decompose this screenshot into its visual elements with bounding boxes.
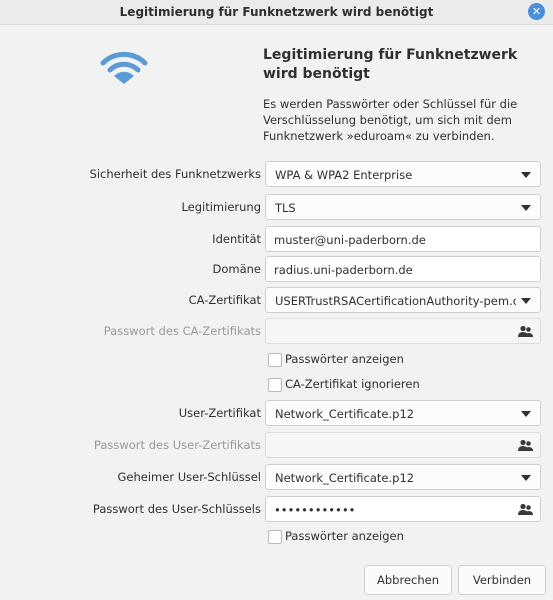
user-cert-dropdown[interactable]: Network_Certificate.p12 (265, 400, 541, 426)
user-cert-password-field[interactable] (265, 432, 541, 458)
private-key-password-field[interactable]: •••••••••••• (265, 496, 541, 522)
window-title: Legitimierung für Funknetzwerk wird benö… (119, 5, 434, 19)
ca-cert-dropdown[interactable]: USERTrustRSACertificationAuthority-pem.c… (265, 287, 541, 313)
wifi-icon (100, 52, 148, 84)
chevron-down-icon (521, 475, 531, 481)
close-button[interactable]: ✕ (528, 3, 545, 20)
domain-label: Domäne (212, 262, 261, 276)
authentication-dropdown[interactable]: TLS (265, 194, 541, 220)
authentication-value: TLS (275, 201, 296, 215)
ca-cert-password-label: Passwort des CA-Zertifikats (103, 324, 261, 338)
checkbox-box[interactable] (268, 353, 282, 367)
private-key-password-value: •••••••••••• (274, 503, 356, 517)
chevron-down-icon (521, 411, 531, 417)
user-cert-value: Network_Certificate.p12 (275, 407, 415, 421)
dialog-description: Es werden Passwörter oder Schlüssel für … (263, 97, 518, 143)
title-bar: Legitimierung für Funknetzwerk wird benö… (0, 0, 553, 25)
users-icon[interactable] (518, 325, 533, 338)
users-icon[interactable] (518, 439, 533, 452)
ignore-ca-cert-label: CA-Zertifikat ignorieren (285, 377, 420, 391)
dialog-heading: Legitimierung für Funknetzwerk wird benö… (263, 47, 518, 82)
domain-field[interactable]: radius.uni-paderborn.de (265, 256, 541, 282)
checkbox-box[interactable] (268, 530, 282, 544)
show-passwords-label: Passwörter anzeigen (285, 352, 404, 366)
checkbox-box[interactable] (268, 378, 282, 392)
private-key-password-label: Passwort des User-Schlüssels (92, 502, 261, 516)
ca-cert-password-field[interactable] (265, 318, 541, 344)
security-value: WPA & WPA2 Enterprise (275, 168, 413, 182)
user-cert-password-label: Passwort des User-Zertifikats (93, 438, 261, 452)
private-key-label: Geheimer User-Schlüssel (117, 470, 261, 484)
user-cert-label: User-Zertifikat (178, 406, 261, 420)
chevron-down-icon (521, 205, 531, 211)
identity-label: Identität (212, 232, 261, 246)
identity-value: muster@uni-paderborn.de (274, 233, 426, 247)
users-icon[interactable] (518, 503, 533, 516)
chevron-down-icon (521, 298, 531, 304)
show-passwords-label-2: Passwörter anzeigen (285, 529, 404, 543)
ca-cert-label: CA-Zertifikat (188, 293, 261, 307)
identity-field[interactable]: muster@uni-paderborn.de (265, 226, 541, 252)
cancel-button[interactable]: Abbrechen (364, 565, 452, 595)
ca-cert-value: USERTrustRSACertificationAuthority-pem.c… (275, 294, 516, 308)
private-key-dropdown[interactable]: Network_Certificate.p12 (265, 464, 541, 490)
authentication-label: Legitimierung (181, 200, 261, 214)
connect-button[interactable]: Verbinden (458, 565, 546, 595)
domain-value: radius.uni-paderborn.de (274, 263, 413, 277)
private-key-value: Network_Certificate.p12 (275, 471, 415, 485)
close-icon[interactable]: ✕ (532, 5, 541, 18)
security-dropdown[interactable]: WPA & WPA2 Enterprise (265, 161, 541, 187)
chevron-down-icon (521, 172, 531, 178)
security-label: Sicherheit des Funknetzwerks (89, 167, 261, 181)
